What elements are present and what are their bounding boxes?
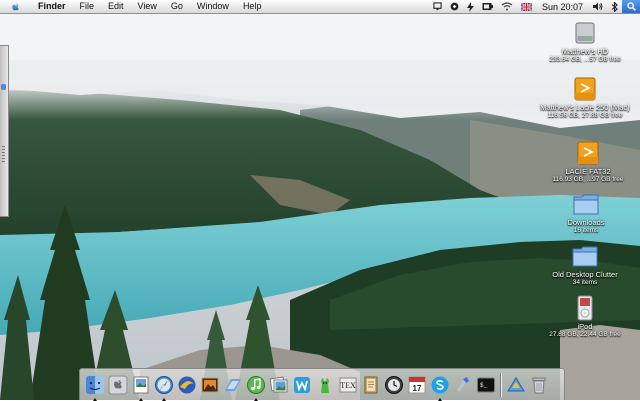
flag-uk-icon[interactable] [517, 0, 536, 13]
menubar-clock[interactable]: Sun 20:07 [536, 2, 589, 12]
notes-icon [364, 376, 377, 393]
hard-drive-icon [570, 19, 600, 47]
utility-icon [456, 376, 469, 392]
preview-icon [133, 376, 148, 393]
desktop-icon-lacie-fat32[interactable]: LACIE FAT32 116.93 GB, ...97 GB free [542, 139, 634, 184]
safari-icon [154, 375, 173, 394]
external-drive-icon [573, 139, 603, 167]
drawer-indicator [1, 84, 6, 90]
desktop-icon-detail: 27.88 GB, 22.44 GB free [549, 331, 621, 338]
terminal-prompt: $_ [480, 382, 488, 389]
desktop-icon-detail: 116.56 GB, 27.88 GB free [547, 112, 623, 119]
external-drive-icon [570, 75, 600, 103]
calendar-day: 17 [412, 384, 421, 393]
dock-item-trash[interactable] [528, 374, 550, 396]
folder-icon [570, 242, 600, 270]
iweb-icon [293, 376, 310, 393]
desktop-icon-detail: 34 items [572, 279, 598, 286]
dock-item-ical[interactable]: 17 [406, 374, 428, 396]
drawer-grip[interactable] [2, 146, 5, 164]
running-indicator [161, 397, 166, 401]
terminal-icon: $_ [476, 377, 495, 392]
desktop-icon-label: Matthew's Lacie 250 (Mac) [540, 103, 630, 112]
dock-item-photo[interactable] [199, 374, 221, 396]
trash-icon [532, 377, 545, 393]
folder-icon [571, 190, 601, 218]
photo-icon [201, 377, 218, 392]
apple-menu-icon[interactable] [10, 1, 21, 12]
camino-icon [178, 376, 195, 393]
dock-item-notes[interactable] [360, 374, 382, 396]
sync-icon[interactable] [446, 0, 463, 13]
desktop-icon-label: LACIE FAT32 [565, 167, 611, 176]
apple-icon [108, 375, 127, 394]
dock-separator [500, 372, 501, 397]
dock-item-itunes[interactable] [245, 374, 267, 401]
dock-item-skype[interactable] [429, 374, 451, 401]
bluetooth-icon[interactable] [607, 0, 622, 13]
dock-item-applications[interactable] [505, 374, 527, 396]
menu-app-finder[interactable]: Finder [31, 0, 73, 13]
running-indicator [138, 397, 143, 401]
dock-item-finder[interactable] [84, 374, 106, 401]
desktop-icon-label: iPod [577, 322, 593, 331]
dock: TEX 17 $_ [79, 368, 565, 401]
iphoto-icon [269, 376, 287, 392]
desktop-icon-ipod[interactable]: iPod 27.88 GB, 22.44 GB free [539, 294, 631, 339]
dock-item-time-machine[interactable] [383, 374, 405, 396]
ipod-icon [570, 294, 600, 322]
dock-item-utility[interactable] [452, 374, 474, 396]
adium-icon [320, 377, 329, 393]
running-indicator [253, 397, 258, 401]
power-icon[interactable] [463, 0, 478, 13]
menu-go[interactable]: Go [164, 0, 190, 13]
spotlight-icon[interactable] [622, 0, 640, 13]
dock-item-camino[interactable] [176, 374, 198, 396]
finder-icon [85, 375, 104, 394]
desktop-icon-detail: 116.93 GB, ...97 GB free [552, 176, 624, 183]
dock-item-terminal[interactable]: $_ [475, 374, 497, 396]
desktop-icon-label: Downloads [567, 218, 605, 227]
tex-label: TEX [340, 381, 356, 390]
menu-file[interactable]: File [73, 0, 102, 13]
desktop-icon-old-desktop-clutter[interactable]: Old Desktop Clutter 34 items [539, 242, 631, 287]
desktop-icon-downloads[interactable]: Downloads 16 items [540, 190, 632, 235]
running-indicator [437, 397, 442, 401]
menu-help[interactable]: Help [236, 0, 269, 13]
dock-item-iphoto[interactable] [268, 374, 290, 396]
battery-icon[interactable] [478, 0, 497, 13]
dock-item-preview[interactable] [130, 374, 152, 401]
time-machine-icon [384, 375, 403, 394]
dock-item-system-preferences[interactable] [107, 374, 129, 396]
calendar-icon: 17 [408, 376, 425, 393]
desktop-icon-detail: 16 items [573, 227, 599, 234]
dock-item-safari[interactable] [153, 374, 175, 401]
menu-view[interactable]: View [131, 0, 164, 13]
display-icon[interactable] [429, 0, 446, 13]
wifi-icon[interactable] [497, 0, 517, 13]
dock-item-iweb[interactable] [291, 374, 313, 396]
desktop-icon-matthews-hd[interactable]: Matthew's HD 233.64 GB, ...57 GB free [539, 19, 631, 64]
desktop-icon-label: Matthew's HD [561, 47, 609, 56]
skype-icon [431, 376, 448, 393]
menu-edit[interactable]: Edit [101, 0, 131, 13]
dock-item-tex[interactable]: TEX [337, 374, 359, 396]
running-indicator [92, 397, 97, 401]
tex-icon: TEX [339, 377, 356, 392]
volume-icon[interactable] [589, 0, 607, 13]
menu-bar: Finder File Edit View Go Window Help Sun… [0, 0, 640, 14]
drawer-edge[interactable] [0, 45, 9, 217]
menu-window[interactable]: Window [190, 0, 236, 13]
mail-icon [224, 378, 241, 391]
dock-item-mail[interactable] [222, 374, 244, 396]
dock-item-adium[interactable] [314, 374, 336, 396]
desktop-icon-lacie-250[interactable]: Matthew's Lacie 250 (Mac) 116.56 GB, 27.… [539, 75, 631, 120]
itunes-icon [246, 375, 265, 394]
applications-stack-icon [506, 376, 525, 391]
desktop-icon-detail: 233.64 GB, ...57 GB free [549, 56, 621, 63]
menu-extras: Sun 20:07 [429, 0, 640, 13]
desktop-icon-label: Old Desktop Clutter [552, 270, 618, 279]
